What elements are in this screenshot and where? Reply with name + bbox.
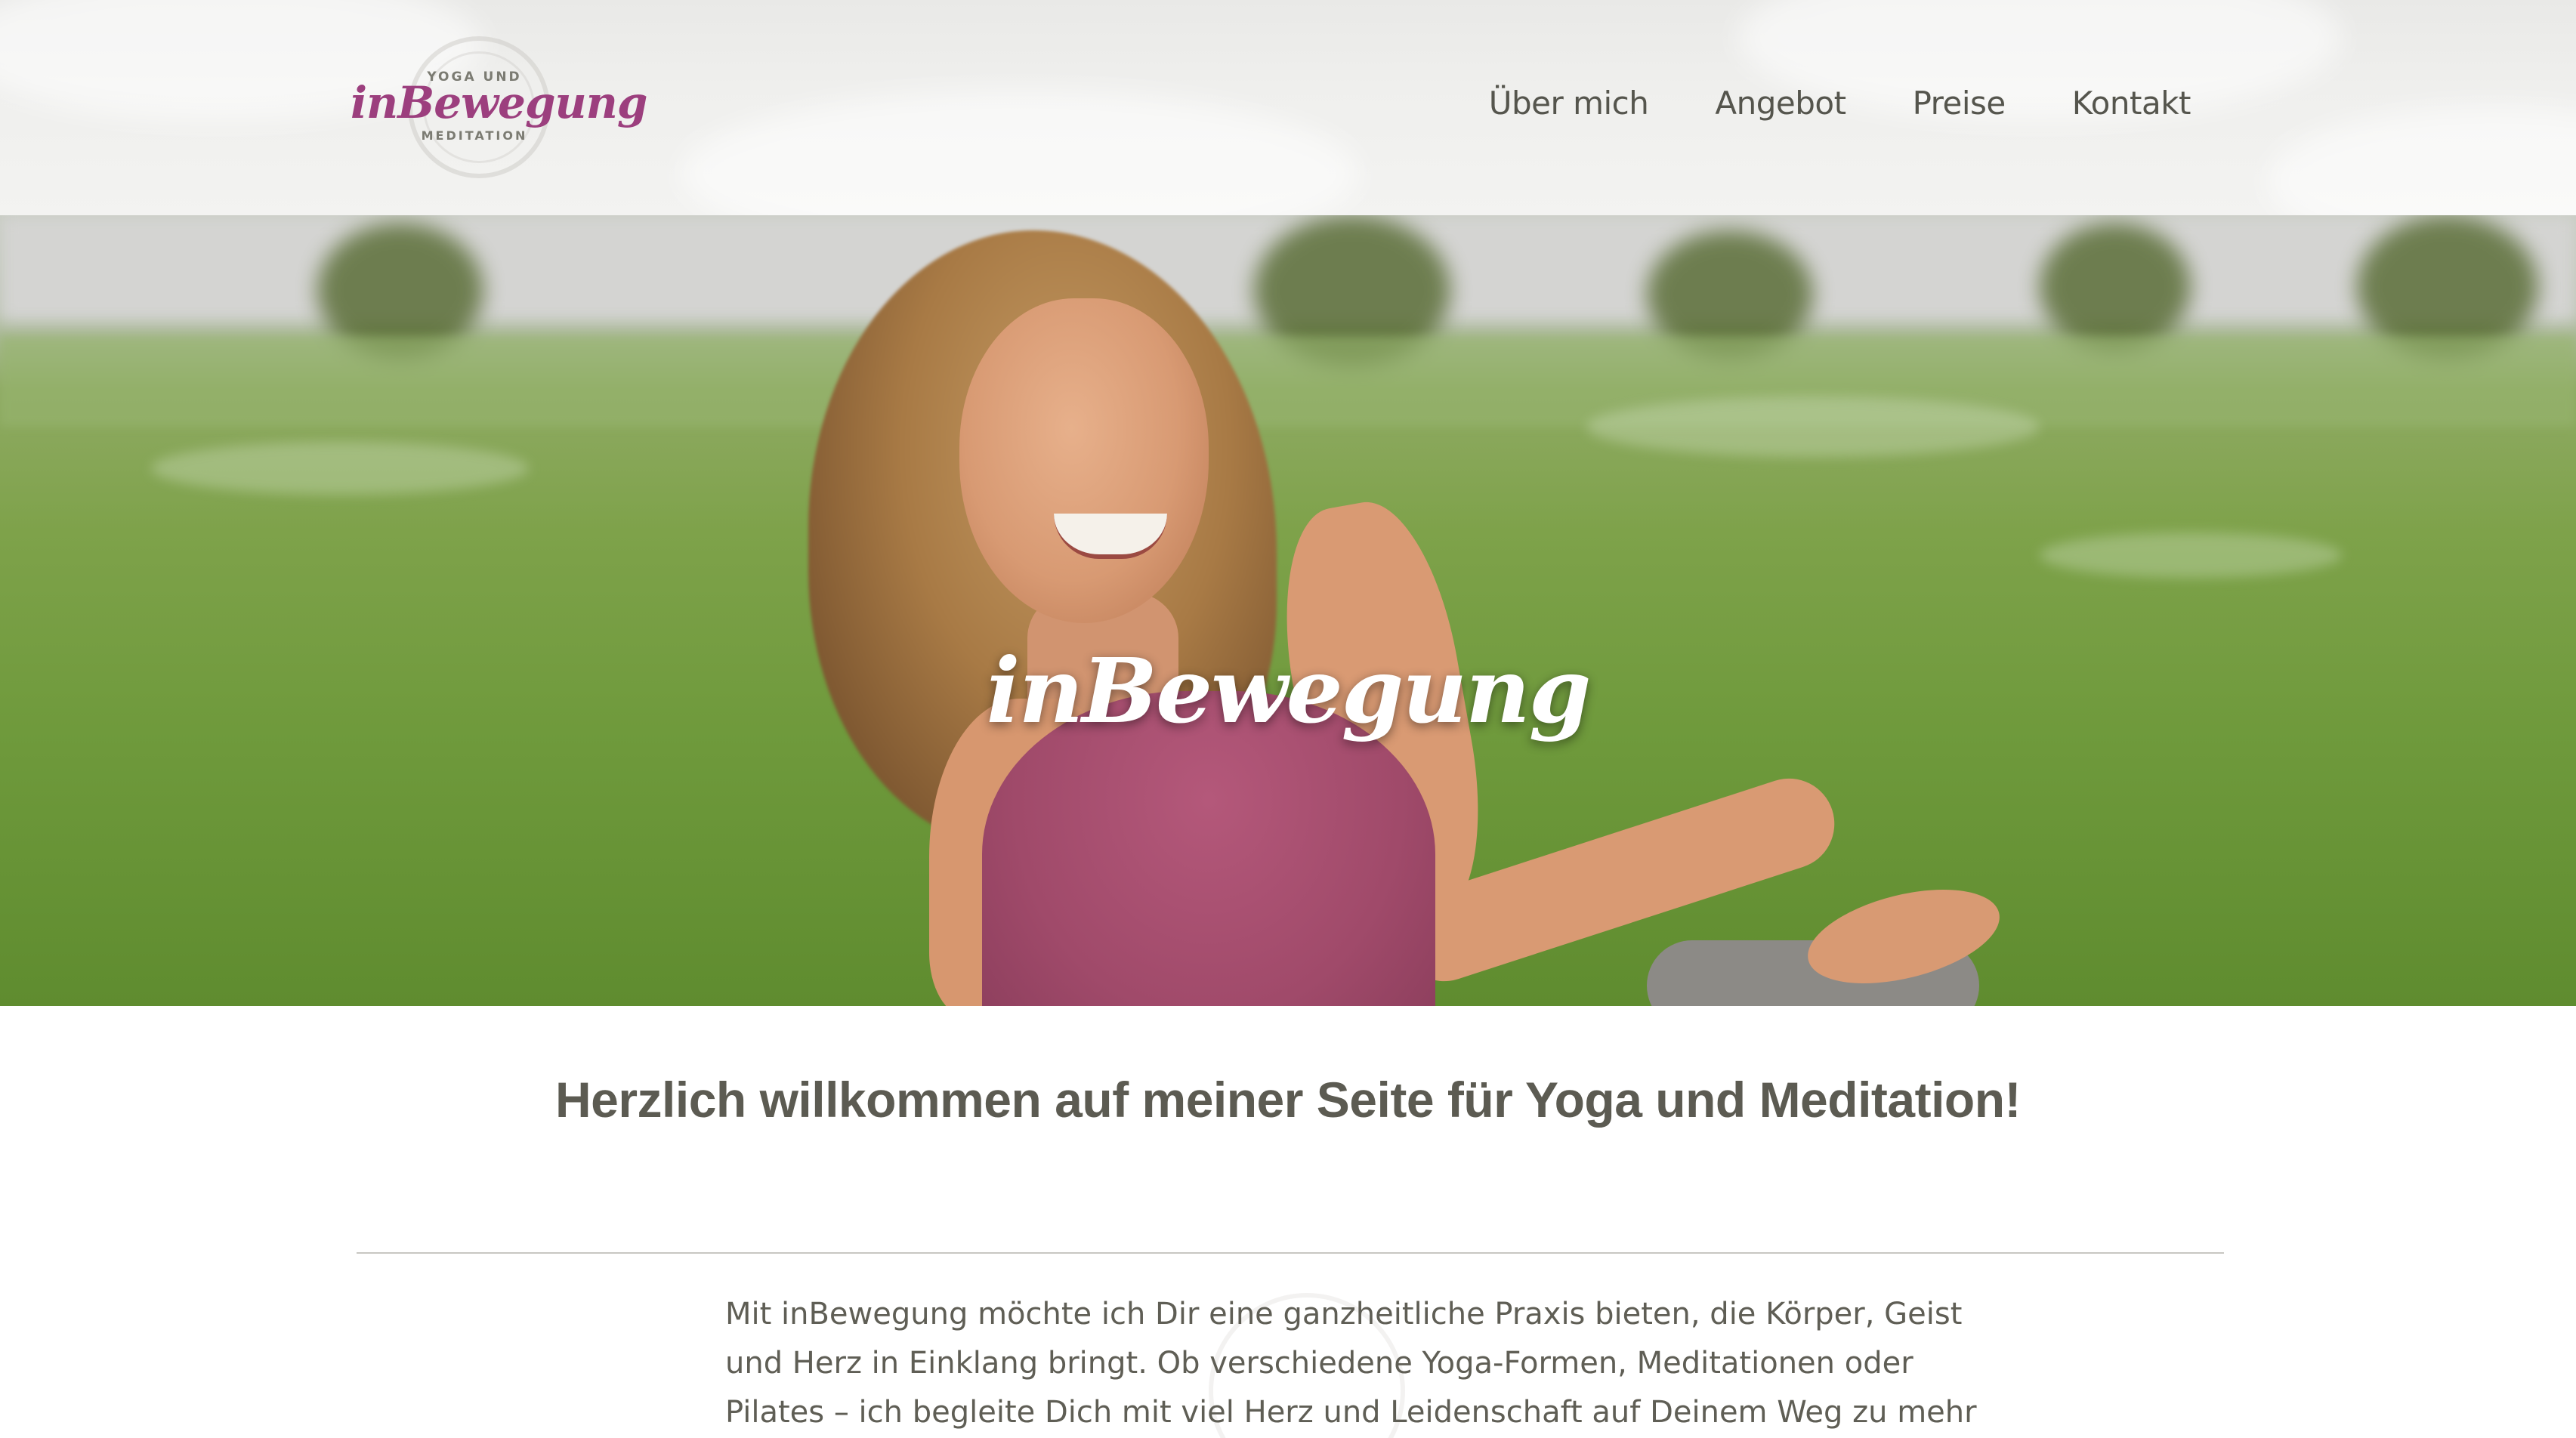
- intro-line: und Herz in Einklang bringt. Ob verschie…: [725, 1346, 1913, 1381]
- site-logo[interactable]: YOGA UND inBewegung MEDITATION: [351, 33, 647, 181]
- nav-item-ueber-mich[interactable]: Über mich: [1489, 85, 1649, 122]
- nav-item-angebot[interactable]: Angebot: [1715, 85, 1846, 122]
- logo-bottom-text: MEDITATION: [421, 128, 528, 143]
- intro-line: Mit inBewegung möchte ich Dir eine ganzh…: [725, 1297, 1963, 1332]
- intro-line: Pilates – ich begleite Dich mit viel Her…: [725, 1395, 1977, 1430]
- hero-banner: inBewegung: [0, 215, 2576, 1006]
- nav-item-preise[interactable]: Preise: [1913, 85, 2006, 122]
- hero-title: inBewegung: [986, 638, 1592, 743]
- welcome-heading: Herzlich willkommen auf meiner Seite für…: [554, 1072, 2022, 1128]
- logo-script-text: inBewegung: [351, 77, 647, 128]
- divider: [357, 1252, 2224, 1254]
- main-nav: Über mich Angebot Preise Kontakt: [1489, 85, 2191, 122]
- intro-paragraph: Mit inBewegung möchte ich Dir eine ganzh…: [725, 1290, 1977, 1437]
- nav-item-kontakt[interactable]: Kontakt: [2072, 85, 2191, 122]
- main-content: Herzlich willkommen auf meiner Seite für…: [0, 1006, 2576, 1438]
- site-header: YOGA UND inBewegung MEDITATION Über mich…: [0, 0, 2576, 215]
- hero-photo-person: [755, 215, 2040, 1006]
